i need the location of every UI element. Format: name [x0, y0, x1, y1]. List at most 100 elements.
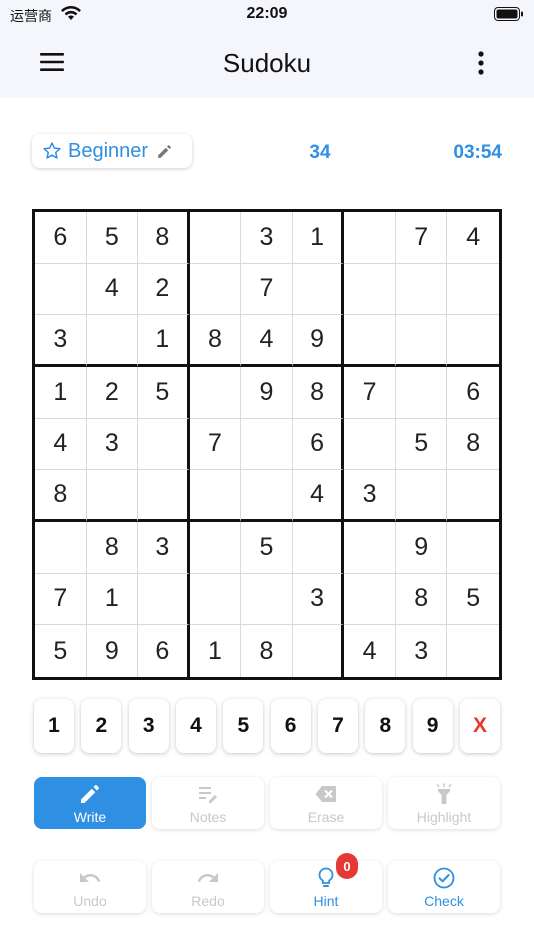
board-cell[interactable]: 3	[396, 625, 448, 677]
board-cell[interactable]	[189, 470, 242, 522]
board-cell[interactable]	[447, 315, 499, 367]
board-cell[interactable]: 7	[395, 212, 448, 264]
board-cell[interactable]: 8	[138, 212, 190, 264]
board-cell[interactable]: 3	[138, 522, 190, 574]
board-cell[interactable]	[35, 263, 87, 316]
notes-mode-button[interactable]: Notes	[152, 777, 264, 829]
board-cell[interactable]	[292, 263, 345, 316]
board-cell[interactable]	[241, 573, 293, 626]
board-cell[interactable]: 3	[292, 573, 345, 626]
board-cell[interactable]	[447, 625, 499, 677]
level-selector[interactable]: Beginner	[32, 134, 192, 168]
board-cell[interactable]: 5	[35, 625, 87, 677]
board-cell[interactable]	[35, 522, 87, 574]
board-cell[interactable]: 2	[86, 367, 139, 419]
board-cell[interactable]: 1	[190, 625, 242, 677]
board-cell[interactable]	[395, 263, 448, 316]
board-cell[interactable]: 5	[86, 212, 139, 264]
board-cell[interactable]: 6	[138, 625, 190, 677]
more-vertical-icon[interactable]	[476, 48, 486, 78]
board-cell[interactable]	[86, 470, 139, 522]
board-cell[interactable]	[189, 522, 242, 574]
board-cell[interactable]: 9	[292, 315, 345, 367]
board-cell[interactable]: 7	[241, 263, 293, 316]
board-cell[interactable]	[189, 573, 242, 626]
board-cell[interactable]: 4	[447, 212, 499, 264]
board-cell[interactable]: 9	[241, 367, 293, 419]
board-cell[interactable]: 1	[86, 573, 139, 626]
board-cell[interactable]: 4	[241, 315, 293, 367]
number-key[interactable]: 9	[412, 699, 453, 753]
board-cell[interactable]: 5	[395, 418, 448, 471]
board-cell[interactable]: 8	[241, 625, 293, 677]
board-cell[interactable]: 6	[35, 212, 87, 264]
check-button[interactable]: Check	[388, 861, 500, 913]
board-cell[interactable]	[344, 315, 396, 367]
board-cell[interactable]	[395, 367, 448, 419]
board-cell[interactable]: 9	[87, 625, 139, 677]
board-cell[interactable]: 8	[292, 367, 345, 419]
board-cell[interactable]: 8	[395, 573, 448, 626]
board-cell[interactable]	[344, 263, 396, 316]
write-mode-button[interactable]: Write	[34, 777, 146, 829]
board-cell[interactable]: 4	[35, 418, 87, 471]
board-cell[interactable]	[293, 625, 345, 677]
board-cell[interactable]	[344, 418, 396, 471]
board-cell[interactable]	[395, 470, 448, 522]
board-cell[interactable]: 7	[35, 573, 87, 626]
board-cell[interactable]	[447, 470, 499, 522]
erase-button[interactable]: Erase	[270, 777, 382, 829]
number-key[interactable]: 2	[81, 699, 122, 753]
board-cell[interactable]: 1	[292, 212, 345, 264]
board-cell[interactable]	[241, 418, 293, 471]
number-key[interactable]: 1	[34, 699, 74, 753]
board-cell[interactable]	[189, 212, 242, 264]
board-cell[interactable]: 8	[189, 315, 242, 367]
board-cell[interactable]	[292, 522, 345, 574]
number-key[interactable]: 4	[175, 699, 216, 753]
board-cell[interactable]	[344, 573, 396, 626]
board-cell[interactable]	[86, 315, 139, 367]
number-key[interactable]: 5	[223, 699, 264, 753]
board-cell[interactable]: 1	[35, 367, 87, 419]
board-cell[interactable]	[447, 264, 499, 316]
undo-button[interactable]: Undo	[34, 861, 146, 913]
board-cell[interactable]	[189, 263, 242, 316]
board-cell[interactable]	[138, 418, 190, 471]
board-cell[interactable]: 3	[344, 470, 396, 522]
clear-key[interactable]: X	[459, 699, 500, 753]
highlight-button[interactable]: Highlight	[388, 777, 500, 829]
hint-button[interactable]: Hint 0	[270, 853, 382, 913]
number-key[interactable]: 6	[270, 699, 311, 753]
board-cell[interactable]	[241, 470, 293, 522]
board-cell[interactable]: 9	[395, 522, 448, 574]
board-cell[interactable]: 4	[344, 625, 396, 677]
board-cell[interactable]: 7	[189, 418, 242, 471]
board-cell[interactable]: 3	[241, 212, 293, 264]
board-cell[interactable]: 3	[35, 315, 87, 367]
board-cell[interactable]: 6	[292, 418, 345, 471]
board-cell[interactable]	[344, 212, 396, 264]
board-cell[interactable]: 8	[86, 522, 139, 574]
board-cell[interactable]: 5	[138, 367, 190, 419]
board-cell[interactable]: 5	[447, 574, 499, 626]
number-key[interactable]: 8	[365, 699, 406, 753]
board-cell[interactable]	[395, 315, 448, 367]
board-cell[interactable]: 3	[86, 418, 139, 471]
board-cell[interactable]: 8	[447, 419, 499, 471]
board-cell[interactable]	[189, 367, 242, 419]
redo-button[interactable]: Redo	[152, 861, 264, 913]
number-key[interactable]: 7	[317, 699, 358, 753]
board-cell[interactable]: 5	[241, 522, 293, 574]
board-cell[interactable]: 4	[292, 470, 345, 522]
board-cell[interactable]: 2	[138, 263, 190, 316]
board-cell[interactable]: 1	[138, 315, 190, 367]
board-cell[interactable]: 4	[86, 263, 139, 316]
board-cell[interactable]	[447, 522, 499, 574]
board-cell[interactable]: 8	[35, 470, 87, 522]
board-cell[interactable]	[138, 470, 190, 522]
board-cell[interactable]: 7	[344, 367, 396, 419]
board-cell[interactable]: 6	[447, 367, 499, 419]
board-cell[interactable]	[344, 522, 396, 574]
board-cell[interactable]	[138, 573, 190, 626]
